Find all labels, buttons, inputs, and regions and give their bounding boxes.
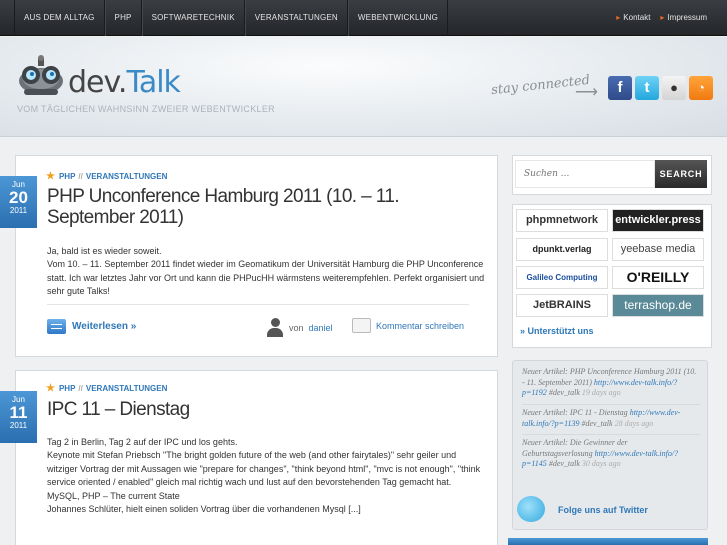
post-categories: ★ PHP//VERANSTALTUNGEN xyxy=(46,171,168,182)
sponsor-entwickler-press[interactable]: entwickler.press xyxy=(612,209,704,232)
post-date-badge: Jun 20 2011 xyxy=(0,176,37,228)
robot-logo-icon[interactable] xyxy=(14,55,68,97)
arrow-right-icon: ⟶ xyxy=(575,84,598,101)
supporters-link[interactable]: » Unterstützt uns xyxy=(520,326,594,336)
sponsor-phpmnetwork[interactable]: phpmnetwork xyxy=(516,209,608,232)
star-icon: ★ xyxy=(46,383,55,394)
post-excerpt: Tag 2 in Berlin, Tag 2 auf der IPC und l… xyxy=(47,437,481,515)
user-icon xyxy=(266,318,284,337)
blog-post: ★ PHP//VERANSTALTUNGEN PHP Unconference H… xyxy=(15,155,498,357)
nav-item-softwaretechnik[interactable]: SOFTWARETECHNIK xyxy=(141,0,245,36)
twitter-bird-icon xyxy=(517,496,545,522)
site-tagline: VOM TÄGLICHEN WAHNSINN ZWEIER WEBENTWICK… xyxy=(17,104,275,114)
follow-twitter-link[interactable]: Folge uns auf Twitter xyxy=(558,505,648,515)
sponsor-galileo[interactable]: Galileo Computing xyxy=(516,266,608,289)
search-button[interactable]: SEARCH xyxy=(655,160,707,188)
category-link-php[interactable]: PHP xyxy=(59,172,75,181)
post-title[interactable]: PHP Unconference Hamburg 2011 (10. – 11.… xyxy=(47,186,487,228)
tweet-divider xyxy=(522,404,700,405)
impressum-link[interactable]: ▸ Impressum xyxy=(660,0,707,36)
post-date-badge: Jun 11 2011 xyxy=(0,391,37,443)
blog-post: ★ PHP//VERANSTALTUNGEN IPC 11 – Dienstag … xyxy=(15,370,498,545)
post-categories: ★ PHP//VERANSTALTUNGEN xyxy=(46,383,168,394)
category-link-veranstaltungen[interactable]: VERANSTALTUNGEN xyxy=(86,172,167,181)
site-logo[interactable]: dev.Talk xyxy=(68,65,181,100)
author-link[interactable]: daniel xyxy=(309,323,333,333)
comment-icon xyxy=(352,318,371,333)
sponsor-dpunkt[interactable]: dpunkt.verlag xyxy=(516,238,608,261)
sponsor-oreilly[interactable]: O'REILLY xyxy=(612,266,704,289)
nav-item-webentwicklung[interactable]: WEBENTWICKLUNG xyxy=(347,0,449,36)
tweet: Neuer Artikel: IPC 11 - Dienstag http://… xyxy=(522,408,681,428)
post-author: von daniel xyxy=(266,318,333,337)
main-menu: AUS DEM ALLTAG PHP SOFTWARETECHNIK VERAN… xyxy=(14,0,449,36)
sidebar-bottom-bar xyxy=(508,538,708,545)
star-icon: ★ xyxy=(46,171,55,182)
category-link-php[interactable]: PHP xyxy=(59,384,75,393)
twitter-icon[interactable]: t xyxy=(635,76,659,100)
nav-item-veranstaltungen[interactable]: VERANSTALTUNGEN xyxy=(244,0,348,36)
document-icon xyxy=(47,319,66,334)
rss-icon[interactable]: ◔ xyxy=(689,76,713,100)
post-title[interactable]: IPC 11 – Dienstag xyxy=(47,399,487,420)
nav-item-php[interactable]: PHP xyxy=(104,0,142,36)
tweet: Neuer Artikel: PHP Unconference Hamburg … xyxy=(522,367,697,397)
post-excerpt: Ja, bald ist es wieder soweit. Vom 10. –… xyxy=(47,246,485,297)
arrow-icon: ▸ xyxy=(616,13,621,22)
sponsor-jetbrains[interactable]: JetBRAINS xyxy=(516,294,608,317)
post-divider xyxy=(47,304,469,305)
category-link-veranstaltungen[interactable]: VERANSTALTUNGEN xyxy=(86,384,167,393)
sponsor-terrashop[interactable]: terrashop.de xyxy=(612,294,704,317)
top-links: ▸ Kontakt ▸ Impressum xyxy=(616,0,707,36)
search-input[interactable] xyxy=(515,160,655,188)
sponsor-yeebase[interactable]: yeebase media xyxy=(612,238,704,261)
top-navigation: AUS DEM ALLTAG PHP SOFTWARETECHNIK VERAN… xyxy=(0,0,727,36)
nav-item-aus-dem-alltag[interactable]: AUS DEM ALLTAG xyxy=(14,0,105,36)
kontakt-link[interactable]: ▸ Kontakt xyxy=(616,0,650,36)
facebook-icon[interactable]: f xyxy=(608,76,632,100)
tweet-divider xyxy=(522,434,700,435)
arrow-icon: ▸ xyxy=(660,13,665,22)
write-comment-link[interactable]: Kommentar schreiben xyxy=(352,318,464,333)
read-more-link[interactable]: Weiterlesen » xyxy=(47,319,136,334)
github-icon[interactable]: ● xyxy=(662,76,686,100)
tweet: Neuer Artikel: Die Gewinner der Geburtst… xyxy=(522,438,679,468)
